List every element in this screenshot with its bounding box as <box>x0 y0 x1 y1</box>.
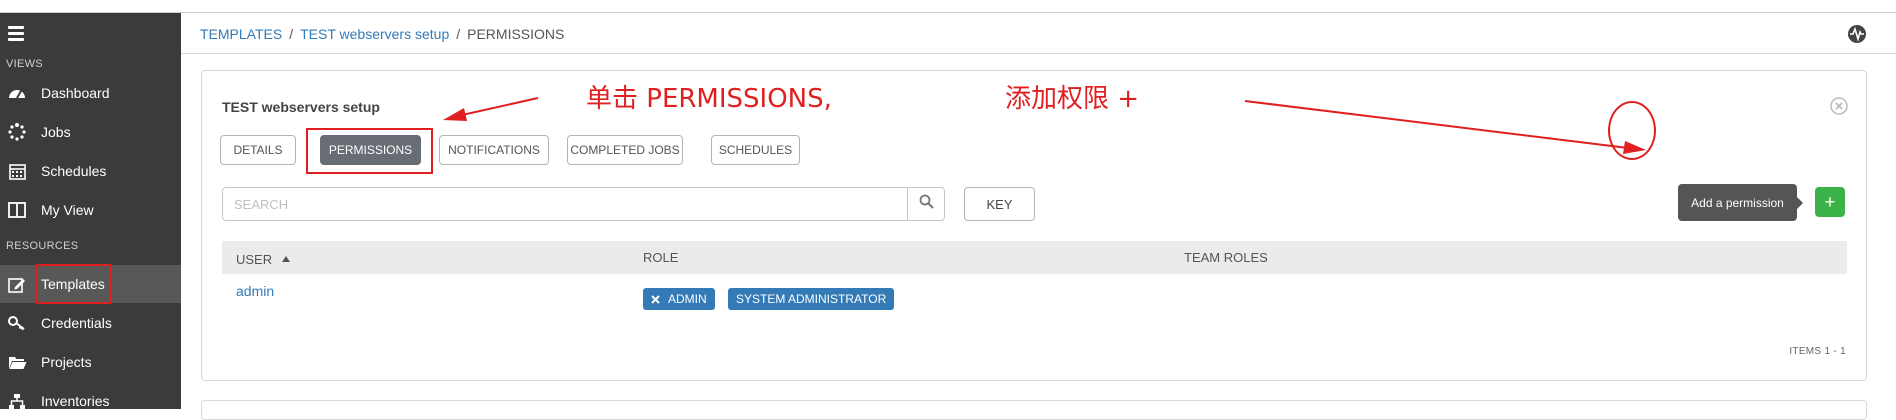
annotation-arrows <box>443 97 1646 154</box>
annotation-arrow-right <box>1244 100 1646 154</box>
annotation-arrow-left <box>443 97 539 121</box>
